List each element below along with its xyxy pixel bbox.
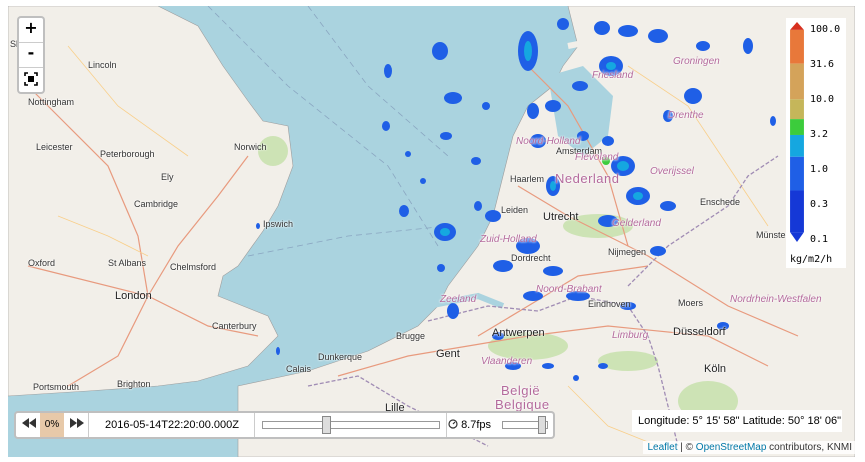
legend-colorbar xyxy=(790,22,804,242)
forward-icon xyxy=(70,418,84,428)
province-label: Overijssel xyxy=(650,166,694,177)
place-label: Dunkerque xyxy=(318,352,363,362)
place-label: Calais xyxy=(286,364,312,374)
place-label: Peterborough xyxy=(100,149,155,159)
attribution: Leaflet | © OpenStreetMap contributors, … xyxy=(643,441,856,454)
province-label: Limburg xyxy=(612,330,649,341)
load-progress: 0% xyxy=(40,413,64,437)
place-label: Leiden xyxy=(501,205,529,215)
place-label: Canterbury xyxy=(212,321,257,331)
place-label: St Albans xyxy=(108,258,147,268)
province-label: Flevoland xyxy=(575,152,619,163)
place-label: Brugge xyxy=(396,331,426,341)
fps-display: 8.7fps xyxy=(448,413,498,437)
legend-tick: 0.3 xyxy=(810,199,829,210)
legend-tick: 1.0 xyxy=(810,164,829,175)
fullscreen-icon xyxy=(24,71,38,86)
fps-value: 8.7fps xyxy=(461,419,492,431)
place-label: Haarlem xyxy=(510,174,545,184)
place-label: Chelmsford xyxy=(170,262,217,272)
zoom-out-button[interactable]: - xyxy=(19,43,43,68)
place-label: Utrecht xyxy=(543,211,579,223)
step-forward-button[interactable] xyxy=(66,413,89,437)
map-canvas[interactable]: Sheffield Lincoln Nottingham Leicester P… xyxy=(8,6,855,457)
place-label: Brighton xyxy=(117,379,151,389)
place-label: Cambridge xyxy=(134,199,179,209)
province-label: Zuid-Holland xyxy=(480,234,537,245)
legend-tick: 10.0 xyxy=(810,94,835,105)
speed-slider[interactable] xyxy=(500,413,552,437)
fullscreen-button[interactable] xyxy=(19,68,43,92)
zoom-control: + - xyxy=(17,16,45,94)
place-label: London xyxy=(115,290,152,302)
province-label: Zeeland xyxy=(440,294,477,305)
leaflet-link[interactable]: Leaflet xyxy=(647,442,677,453)
place-label: Ipswich xyxy=(263,219,294,229)
country-label: Belgique xyxy=(495,397,550,412)
step-backward-button[interactable] xyxy=(18,413,40,437)
legend-tick: 31.6 xyxy=(810,59,835,70)
place-label: Drenthe xyxy=(668,110,704,121)
place-label: Münster xyxy=(756,230,789,240)
place-label: Gent xyxy=(436,348,460,360)
time-slider-handle[interactable] xyxy=(321,416,331,434)
place-label: Nottingham xyxy=(28,97,75,107)
place-label: Nijmegen xyxy=(608,247,647,257)
place-label: Moers xyxy=(678,298,704,308)
place-label: Enschede xyxy=(700,197,741,207)
province-label: Gelderland xyxy=(612,218,661,229)
province-label: Noord-Holland xyxy=(516,136,581,147)
place-label: Leicester xyxy=(36,142,73,152)
place-label: Dordrecht xyxy=(511,253,551,263)
basemap xyxy=(8,6,855,457)
place-label: Lincoln xyxy=(88,60,117,70)
backward-icon xyxy=(22,418,36,428)
time-slider-track xyxy=(262,421,440,429)
province-label: Vlaanderen xyxy=(481,356,533,367)
place-label: Eindhoven xyxy=(588,299,631,309)
zoom-in-button[interactable]: + xyxy=(19,18,43,43)
speed-slider-handle[interactable] xyxy=(538,416,546,434)
mouse-coordinates: Longitude: 5° 15' 58" Latitude: 50° 18' … xyxy=(632,410,842,432)
time-dimension-control: 0% 2016-05-14T22:20:00.000Z 8.7fps xyxy=(14,411,555,439)
legend-tick: 0.1 xyxy=(810,234,829,245)
place-label: Köln xyxy=(704,363,727,375)
place-label: Portsmouth xyxy=(33,382,80,392)
legend-tick: 3.2 xyxy=(810,129,829,140)
place-label: Norwich xyxy=(234,142,267,152)
place-label: Groningen xyxy=(673,56,720,67)
place-label: Düsseldorf xyxy=(673,326,726,338)
legend-unit: kg/m2/h xyxy=(790,254,833,265)
current-time[interactable]: 2016-05-14T22:20:00.000Z xyxy=(90,413,255,437)
color-legend: 100.0 31.6 10.0 3.2 1.0 0.3 0.1 kg/m2/h xyxy=(786,18,846,268)
province-label: Noord-Brabant xyxy=(536,284,602,295)
province-label: Nordrhein-Westfalen xyxy=(730,294,822,305)
legend-tick: 100.0 xyxy=(810,24,841,35)
country-label: Nederland xyxy=(555,171,620,186)
place-label: Antwerpen xyxy=(492,327,545,339)
speedometer-icon xyxy=(448,419,458,429)
time-slider[interactable] xyxy=(256,413,447,437)
place-label: Oxford xyxy=(28,258,56,268)
place-label: Ely xyxy=(161,172,174,182)
province-label: Friesland xyxy=(592,70,634,81)
osm-link[interactable]: OpenStreetMap xyxy=(696,442,767,453)
country-label: België xyxy=(501,383,541,398)
